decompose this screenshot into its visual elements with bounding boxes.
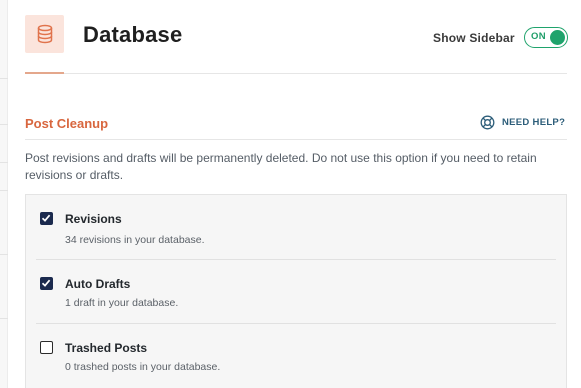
option-trashed-posts[interactable]: Trashed Posts 0 trashed posts in your da… [26, 324, 568, 388]
strip-divider [0, 124, 8, 125]
toggle-state-text: ON [531, 31, 547, 42]
option-detail: 1 draft in your database. [65, 297, 179, 309]
section-divider [25, 139, 567, 140]
strip-divider [0, 162, 8, 163]
need-help-link[interactable]: NEED HELP? [480, 115, 565, 130]
admin-edge-strip [0, 0, 8, 388]
database-icon [25, 15, 64, 53]
strip-divider [0, 318, 8, 319]
strip-divider [0, 190, 8, 191]
option-revisions[interactable]: Revisions 34 revisions in your database. [26, 195, 568, 259]
option-detail: 0 trashed posts in your database. [65, 361, 221, 373]
option-detail: 34 revisions in your database. [65, 234, 205, 246]
strip-divider [0, 78, 8, 79]
show-sidebar-label: Show Sidebar [433, 31, 515, 45]
cleanup-options-panel: Revisions 34 revisions in your database.… [25, 194, 567, 388]
need-help-label: NEED HELP? [502, 117, 566, 128]
revisions-checkbox[interactable] [40, 212, 53, 225]
page-title: Database [83, 22, 183, 47]
section-description: Post revisions and drafts will be perman… [25, 151, 537, 182]
show-sidebar-toggle[interactable]: ON [524, 27, 568, 48]
option-label: Trashed Posts [65, 341, 148, 355]
option-label: Auto Drafts [65, 277, 131, 291]
option-auto-drafts[interactable]: Auto Drafts 1 draft in your database. [26, 260, 568, 324]
toggle-knob [550, 30, 565, 45]
auto-drafts-checkbox[interactable] [40, 277, 53, 290]
section-title: Post Cleanup [25, 116, 109, 131]
lifebuoy-icon [480, 115, 495, 130]
strip-divider [0, 254, 8, 255]
option-label: Revisions [65, 212, 122, 226]
header-divider [64, 73, 567, 74]
trashed-posts-checkbox[interactable] [40, 341, 53, 354]
active-tab-indicator [25, 72, 64, 74]
